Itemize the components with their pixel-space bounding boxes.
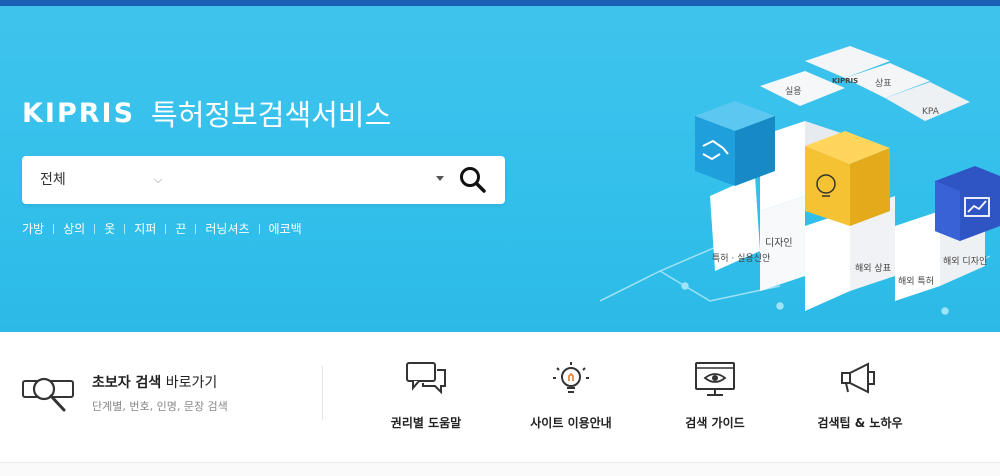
dropdown-triangle-icon[interactable] (436, 176, 444, 181)
beginner-search-subtitle: 단계별, 번호, 인명, 문장 검색 (92, 400, 228, 413)
keyword-separator (258, 223, 260, 234)
cube-face-label: 해외 디자인 (943, 255, 987, 267)
search-tips-label: 검색팁 & 노하우 (817, 416, 903, 430)
search-bar: 전체 ⌵ (22, 156, 505, 204)
keyword-link[interactable]: 옷 (104, 220, 115, 237)
site-guide-link[interactable]: 사이트 이용안내 (511, 360, 631, 431)
cube-face-label: KPA (922, 107, 940, 117)
search-button[interactable] (458, 165, 488, 195)
lightbulb-icon (553, 362, 589, 393)
search-icon (460, 167, 486, 193)
chevron-down-icon[interactable]: ⌵ (154, 156, 162, 204)
cube-face-label: 특허 · 실용신안 (712, 253, 770, 264)
keyword-link[interactable]: 상의 (63, 220, 85, 237)
kipris-logo-text: KIPRIS (22, 97, 136, 129)
cube-face-label: 해외 특허 (898, 275, 934, 287)
cube-face-label: KIPRIS (832, 77, 858, 85)
search-input[interactable] (182, 164, 422, 196)
cube-face-label: 실용 (785, 86, 802, 97)
speech-bubbles-icon (406, 362, 446, 395)
cube-face-label: 상표 (875, 78, 892, 89)
keyword-link[interactable]: 러닝셔츠 (205, 220, 249, 237)
beginner-search-link[interactable]: 초보자 검색 바로가기 단계별, 번호, 인명, 문장 검색 (22, 368, 322, 428)
magnifier-search-icon (22, 377, 74, 412)
beginner-search-rest: 바로가기 (161, 375, 218, 391)
rights-help-label: 권리별 도움말 (390, 416, 462, 430)
popular-keywords: 가방 상의 옷 지퍼 끈 러닝셔츠 에코백 (22, 220, 302, 237)
megaphone-icon (841, 362, 875, 394)
keyword-link[interactable]: 지퍼 (134, 220, 156, 237)
rights-help-link[interactable]: 권리별 도움말 (366, 360, 486, 431)
search-tips-link[interactable]: 검색팁 & 노하우 (800, 360, 920, 431)
hero-banner: KIPRIS 특허정보검색서비스 전체 ⌵ 가방 상의 옷 지퍼 끈 러닝셔츠 … (0, 6, 1000, 332)
search-scope-select[interactable]: 전체 (40, 156, 66, 204)
divider (322, 366, 323, 420)
monitor-eye-icon (695, 362, 735, 396)
keyword-link[interactable]: 끈 (175, 220, 186, 237)
beginner-search-bold: 초보자 검색 (92, 375, 162, 391)
keyword-link[interactable]: 에코백 (269, 220, 302, 237)
cube-face-label: 디자인 (765, 237, 793, 249)
keyword-separator (94, 223, 96, 234)
ip-cube-illustration: 실용 KIPRIS 상표 KPA 디자인 특허 · 실용신안 해외 상표 해외 … (600, 46, 1000, 315)
keyword-separator (53, 223, 55, 234)
site-guide-label: 사이트 이용안내 (530, 416, 612, 430)
keyword-separator (195, 223, 197, 234)
keyword-separator (124, 223, 126, 234)
search-guide-link[interactable]: 검색 가이드 (655, 360, 775, 431)
beginner-search-title: 초보자 검색 바로가기 (92, 372, 217, 392)
keyword-link[interactable]: 가방 (22, 220, 44, 237)
keyword-separator (165, 223, 167, 234)
cube-face-label: 해외 상표 (855, 262, 891, 274)
footer-strip (0, 463, 1000, 476)
quick-menu: 초보자 검색 바로가기 단계별, 번호, 인명, 문장 검색 권리별 도움말 사… (0, 332, 1000, 462)
service-title: 특허정보검색서비스 (151, 98, 392, 132)
search-guide-label: 검색 가이드 (685, 416, 745, 430)
logo[interactable]: KIPRIS 특허정보검색서비스 (22, 88, 391, 138)
